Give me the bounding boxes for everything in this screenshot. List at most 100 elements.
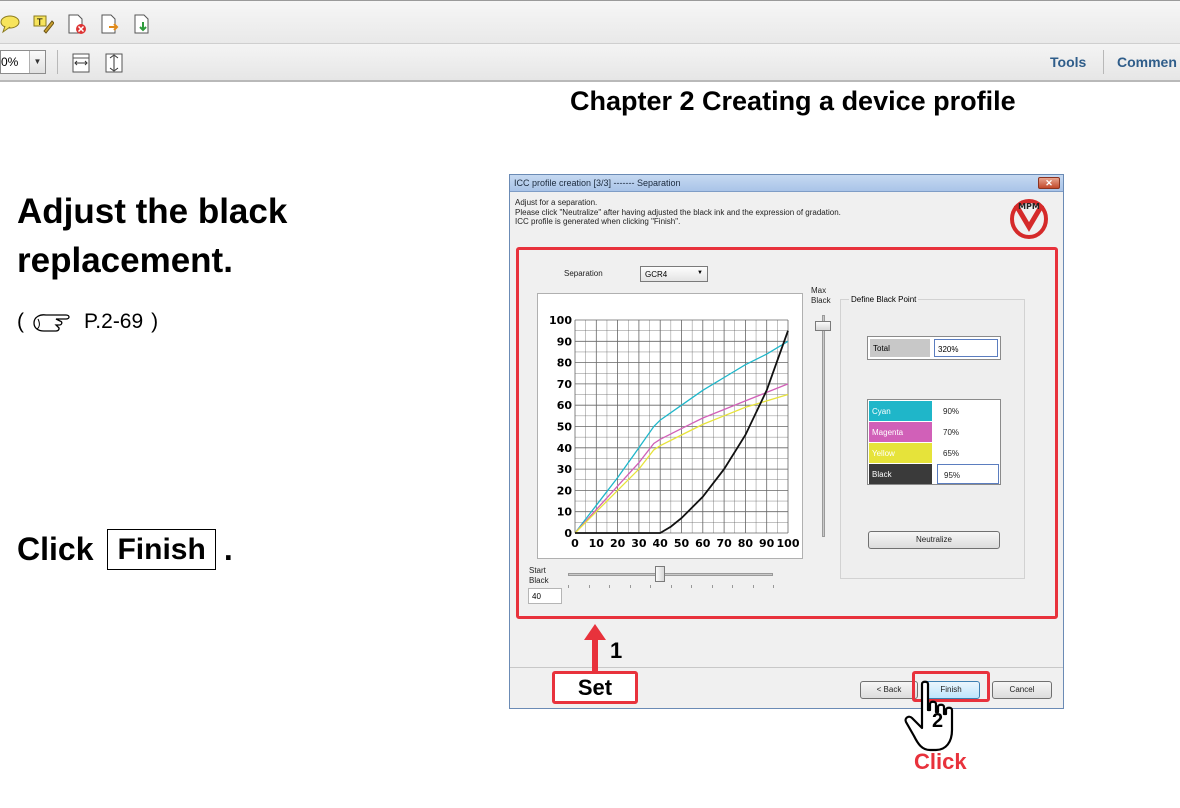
fit-width-icon[interactable]: [70, 52, 92, 74]
slider-tick: [711, 585, 713, 588]
slider-tick: [588, 585, 590, 588]
slider-tick: [568, 585, 569, 588]
desc-line: ICC profile is generated when clicking "…: [515, 217, 681, 226]
comment-pane-link[interactable]: Commen: [1117, 54, 1177, 70]
slider-tick: [629, 585, 631, 588]
ink-row-yellow: Yellow 65%: [869, 443, 999, 463]
y-tick-label: 30: [557, 463, 573, 476]
dialog-titlebar: ICC profile creation [3/3] ------- Separ…: [510, 175, 1063, 192]
x-tick-label: 80: [738, 537, 754, 550]
toolbar-divider: [1103, 50, 1104, 74]
step-number-1: 1: [610, 638, 623, 663]
start-black-slider-thumb[interactable]: [655, 566, 665, 582]
y-tick-label: 100: [549, 314, 572, 327]
separation-value: GCR4: [645, 270, 668, 279]
step-number-2: 2: [932, 710, 944, 732]
start-black-input[interactable]: 40: [528, 588, 562, 604]
ink-value[interactable]: 70%: [937, 422, 999, 442]
slider-tick: [609, 585, 610, 588]
separation-label: Separation: [564, 269, 603, 278]
x-tick-label: 100: [777, 537, 800, 550]
define-black-point-title: Define Black Point: [849, 295, 919, 304]
y-tick-label: 20: [557, 484, 573, 497]
x-tick-label: 40: [653, 537, 669, 550]
toolbar-divider: [57, 50, 58, 74]
ink-label: Yellow: [869, 443, 932, 463]
mpm-logo: MPM: [1010, 199, 1048, 239]
up-arrow-icon: [584, 624, 606, 672]
total-value-field[interactable]: 320%: [934, 339, 998, 357]
x-tick-label: 20: [610, 537, 626, 550]
max-black-slider-track[interactable]: [822, 315, 825, 537]
max-black-label: Black: [811, 296, 831, 305]
click-word: Click: [17, 531, 94, 567]
page-reference: ( P.2-69 ): [17, 309, 158, 335]
sticky-note-icon[interactable]: [0, 13, 22, 35]
slider-tick: [752, 585, 754, 588]
zoom-value: 0%: [1, 55, 19, 69]
x-tick-label: 50: [674, 537, 690, 550]
separation-graph-panel: 0 10 20 30 40 50 60 70 80 90 100 0 10 20 30 40 50 60 70 80 9…: [537, 293, 803, 559]
y-tick-label: 70: [557, 378, 573, 391]
y-tick-label: 0: [564, 527, 572, 540]
neutralize-button[interactable]: Neutralize: [868, 531, 1000, 549]
fit-page-icon[interactable]: [103, 52, 125, 74]
reader-toolbar-top: T: [0, 0, 1180, 44]
pointing-hand-icon: [33, 314, 70, 332]
export-document-icon[interactable]: [132, 13, 154, 35]
chapter-title: Chapter 2 Creating a device profile: [570, 86, 1016, 116]
ink-label: Black: [869, 464, 932, 484]
slider-tick: [650, 585, 651, 588]
period: .: [223, 531, 233, 567]
share-document-icon[interactable]: [99, 13, 121, 35]
ink-value[interactable]: 95%: [937, 464, 999, 484]
start-black-slider-track[interactable]: [568, 573, 773, 576]
separation-chart: 0 10 20 30 40 50 60 70 80 90 100010203040506070809…: [549, 314, 800, 550]
x-tick-label: 30: [631, 537, 647, 550]
ink-row-cyan: Cyan 90%: [869, 401, 999, 421]
highlight-text-icon[interactable]: T: [32, 13, 54, 35]
ink-value[interactable]: 90%: [937, 401, 999, 421]
ink-value[interactable]: 65%: [937, 443, 999, 463]
desc-line: Please click "Neutralize" after having a…: [515, 207, 841, 217]
dialog-title: ICC profile creation [3/3] ------- Separ…: [514, 178, 681, 188]
y-tick-label: 60: [557, 399, 573, 412]
y-tick-label: 50: [557, 421, 573, 434]
desc-line: Adjust for a separation.: [515, 198, 598, 207]
y-tick-label: 80: [557, 357, 573, 370]
set-callout: Set: [552, 671, 638, 704]
ink-row-magenta: Magenta 70%: [869, 422, 999, 442]
zoom-dropdown[interactable]: 0% ▼: [0, 50, 46, 74]
slider-tick: [670, 585, 672, 588]
y-tick-label: 90: [557, 335, 573, 348]
max-black-label: Max: [811, 286, 827, 295]
delete-document-icon[interactable]: [66, 13, 88, 35]
x-tick-label: 90: [759, 537, 775, 550]
step-title: Adjust the black replacement.: [17, 192, 288, 280]
close-icon[interactable]: ✕: [1038, 177, 1060, 189]
cancel-button[interactable]: Cancel: [992, 681, 1052, 699]
total-label: Total: [870, 339, 930, 357]
chevron-down-icon[interactable]: ▼: [29, 51, 45, 73]
start-black-label: Black: [529, 576, 549, 585]
click-callout: Click: [914, 749, 967, 774]
separation-dropdown[interactable]: GCR4 ▼: [640, 266, 708, 282]
y-tick-label: 10: [557, 506, 573, 519]
ink-label: Cyan: [869, 401, 932, 421]
ink-limit-table: Cyan 90% Magenta 70% Yellow 65% Black 95…: [867, 399, 1001, 485]
logo-text: MPM: [1018, 202, 1040, 211]
tools-pane-link[interactable]: Tools: [1050, 54, 1086, 70]
finish-key-label: Finish: [107, 529, 216, 570]
slider-tick: [773, 585, 774, 588]
slider-tick: [691, 585, 692, 588]
instruction-click-finish: Click Finish .: [17, 529, 233, 570]
x-tick-label: 0: [571, 537, 579, 550]
ink-row-black: Black 95%: [869, 464, 999, 484]
dialog-description: Adjust for a separation. Please click "N…: [515, 198, 841, 227]
max-black-slider-thumb[interactable]: [815, 321, 831, 331]
ref-close-paren: ): [151, 310, 159, 333]
reader-toolbar-bottom: [0, 44, 1180, 82]
svg-text:T: T: [36, 18, 43, 28]
start-black-label: Start: [529, 566, 546, 575]
total-row: Total 320%: [867, 336, 1001, 360]
